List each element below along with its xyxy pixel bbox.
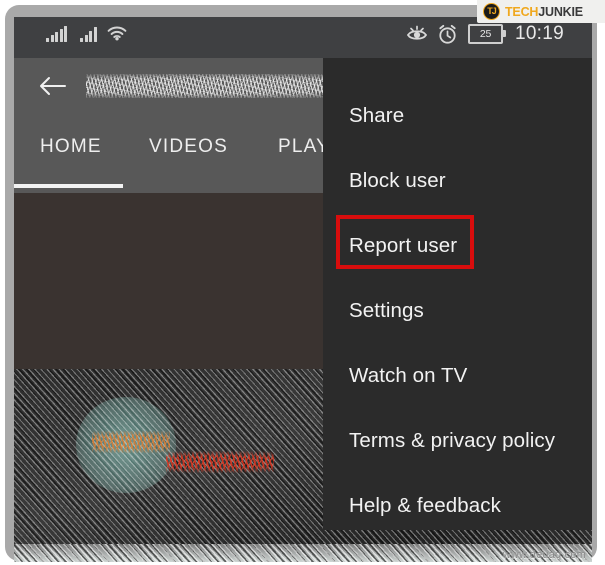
status-bar-right-icons: 25 10:19 — [406, 23, 564, 45]
channel-title-redacted — [86, 74, 336, 98]
menu-item-help-feedback[interactable]: Help & feedback — [349, 494, 501, 518]
tab-videos[interactable]: VIDEOS — [149, 136, 228, 158]
techjunkie-wordmark-part2: JUNKIE — [538, 4, 583, 19]
back-arrow-icon[interactable] — [38, 72, 68, 100]
red-text-redacted — [166, 451, 274, 473]
wifi-icon — [107, 25, 127, 42]
tab-home[interactable]: HOME — [40, 136, 102, 158]
signal-bars-icon-sim2 — [80, 25, 97, 42]
status-bar: 25 10:19 — [14, 17, 592, 58]
techjunkie-logo: TJ TECHJUNKIE — [477, 0, 605, 23]
techjunkie-mark-icon: TJ — [483, 3, 500, 20]
menu-item-terms-privacy-policy[interactable]: Terms & privacy policy — [349, 429, 555, 453]
menu-item-block-user[interactable]: Block user — [349, 169, 446, 193]
tab-selected-underline — [14, 184, 123, 188]
status-bar-left-icons — [46, 25, 127, 42]
battery-level-label: 25 — [479, 27, 492, 40]
device-screen: 25 10:19 HOME VIDEOS PLAY Share Block us… — [14, 17, 592, 562]
alarm-clock-icon — [437, 24, 457, 44]
orange-text-redacted — [92, 431, 170, 453]
eye-care-icon — [406, 24, 428, 44]
techjunkie-wordmark: TECHJUNKIE — [505, 5, 583, 19]
screenshot-frame: 25 10:19 HOME VIDEOS PLAY Share Block us… — [0, 0, 605, 565]
techjunkie-wordmark-part1: TECH — [505, 4, 539, 19]
battery-icon: 25 — [467, 24, 506, 44]
menu-item-report-user[interactable]: Report user — [349, 234, 457, 258]
site-watermark: www.deuaq.com — [502, 549, 586, 561]
menu-item-watch-on-tv[interactable]: Watch on TV — [349, 364, 467, 388]
menu-item-settings[interactable]: Settings — [349, 299, 424, 323]
menu-item-share[interactable]: Share — [349, 104, 404, 128]
overflow-menu: Share Block user Report user Settings Wa… — [323, 58, 592, 530]
clock-label: 10:19 — [514, 23, 564, 44]
signal-bars-icon-sim1 — [46, 25, 67, 42]
